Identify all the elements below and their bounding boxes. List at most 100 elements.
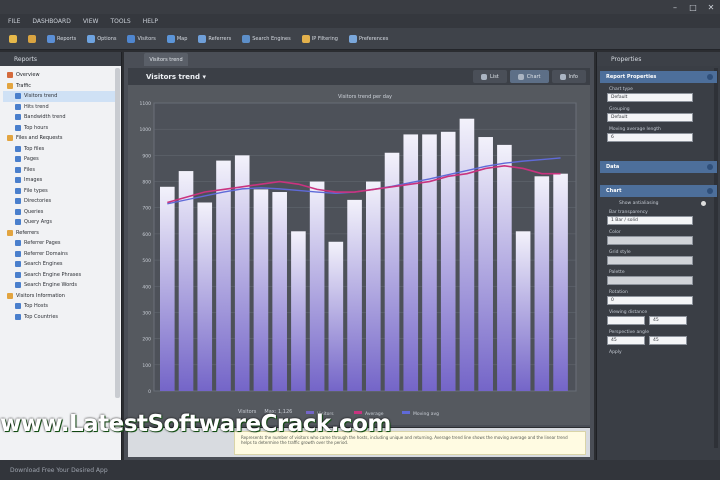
close-button[interactable]: ✕	[702, 0, 720, 14]
tree-item-traffic[interactable]: Traffic	[3, 81, 118, 92]
view-chart-button[interactable]: Chart	[509, 70, 549, 83]
prop-field-viewing-distance-0[interactable]	[607, 316, 645, 325]
bar	[384, 152, 400, 391]
collapse-icon	[707, 74, 713, 80]
tree-item-search-engine-words[interactable]: Search Engine Words	[3, 280, 118, 291]
tree-item-label: Referrers	[16, 229, 39, 236]
prop-pair-perspective-angle: 45 45	[607, 336, 720, 345]
section-chart[interactable]: Chart	[600, 185, 717, 197]
prop-field-viewing-distance-1[interactable]: 45	[649, 316, 687, 325]
tree-item-search-engines[interactable]: Search Engines	[3, 259, 118, 270]
tree-item-top-hours[interactable]: Top hours	[3, 123, 118, 134]
tree-item-bandwidth-trend[interactable]: Bandwidth trend	[3, 112, 118, 123]
view-switcher: List Chart Info	[473, 70, 586, 83]
toolbar: Reports Options Visitors Map Referrers Search…	[0, 28, 720, 50]
tree-item-hits-trend[interactable]: Hits trend	[3, 102, 118, 113]
prop-field-bar-transparency[interactable]: 1 Bar / solid	[607, 216, 693, 225]
tab-visitors-trend[interactable]: Visitors trend	[144, 53, 188, 66]
tree-item-label: Hits trend	[24, 103, 49, 110]
options-icon	[87, 34, 96, 43]
prop-field-grouping[interactable]: Default	[607, 113, 693, 122]
maximize-button[interactable]: □	[684, 0, 702, 14]
bar	[328, 241, 344, 391]
prop-field-palette[interactable]	[607, 276, 693, 285]
tree-item-label: Top hours	[24, 124, 49, 131]
tree-item-query-args[interactable]: Query Args	[3, 217, 118, 228]
toolbar-button-icon-0[interactable]	[6, 32, 20, 46]
toolbar-button-icon-1[interactable]	[25, 32, 39, 46]
folder-icon	[7, 292, 13, 299]
toolbar-button-reports[interactable]: Reports	[44, 32, 79, 46]
tree-item-referrer-pages[interactable]: Referrer Pages	[3, 238, 118, 249]
section-report-properties[interactable]: Report Properties	[600, 71, 717, 83]
status-bar: Download Free Your Desired App	[0, 460, 720, 480]
toolbar-button-visitors[interactable]: Visitors	[124, 32, 158, 46]
tree-item-referrers[interactable]: Referrers	[3, 228, 118, 239]
tree-item-top-files[interactable]: Top files	[3, 144, 118, 155]
toolbar-button-referrers[interactable]: Referrers	[195, 32, 234, 46]
prop-check-show-antialiasing[interactable]: Show antialiasing	[597, 199, 720, 208]
bar	[403, 134, 419, 391]
y-tick-label: 100	[142, 363, 151, 369]
tree-item-overview[interactable]: Overview	[3, 70, 118, 81]
bar	[160, 186, 175, 391]
folder-icon	[7, 135, 13, 142]
toolbar-button-map[interactable]: Map	[164, 32, 191, 46]
tree-item-referrer-domains[interactable]: Referrer Domains	[3, 249, 118, 260]
toolbar-button-options[interactable]: Options	[84, 32, 119, 46]
y-tick-label: 0	[148, 389, 151, 395]
properties-scrollbar[interactable]	[714, 68, 718, 448]
tree-item-visitors-information[interactable]: Visitors Information	[3, 291, 118, 302]
y-tick-label: 1100	[140, 101, 152, 107]
toolbar-button-ip-filtering[interactable]: IP Filtering	[299, 32, 341, 46]
tree-item-search-engine-phrases[interactable]: Search Engine Phrases	[3, 270, 118, 281]
section-data[interactable]: Data	[600, 161, 717, 173]
prop-field-color[interactable]	[607, 236, 693, 245]
tree-item-file-types[interactable]: File types	[3, 186, 118, 197]
prop-field-perspective-angle-0[interactable]: 45	[607, 336, 645, 345]
report-view: Visitors trend Visitors trend ▾ List Char…	[124, 52, 594, 462]
menu-view[interactable]: VIEW	[83, 18, 99, 25]
toolbar-button-preferences[interactable]: Preferences	[346, 32, 391, 46]
view-list-button[interactable]: List	[473, 70, 507, 83]
prop-label-grid-style: Grid style	[609, 249, 631, 255]
tree-item-directories[interactable]: Directories	[3, 196, 118, 207]
tree-item-pages[interactable]: Pages	[3, 154, 118, 165]
apply-label: Apply	[609, 349, 622, 355]
menu-file[interactable]: FILE	[8, 18, 20, 25]
tree-item-top-hosts[interactable]: Top Hosts	[3, 301, 118, 312]
prop-field-chart-type[interactable]: Default	[607, 93, 693, 102]
bar	[534, 176, 550, 391]
bar	[440, 131, 456, 392]
tree-item-visitors-trend[interactable]: Visitors trend	[3, 91, 118, 102]
report-title[interactable]: Visitors trend ▾	[146, 73, 206, 81]
tree-item-label: File types	[24, 187, 48, 194]
menu-help[interactable]: HELP	[143, 18, 158, 25]
collapse-icon	[707, 164, 713, 170]
file-icon	[9, 34, 17, 43]
prop-field-rotation[interactable]: 0	[607, 296, 693, 305]
folder-icon	[7, 72, 13, 79]
tree-item-queries[interactable]: Queries	[3, 207, 118, 218]
tree-item-files[interactable]: Files	[3, 165, 118, 176]
prop-field-moving-average-length[interactable]: 6	[607, 133, 693, 142]
menu-dashboard[interactable]: DASHBOARD	[32, 18, 70, 25]
checkbox-icon[interactable]	[701, 201, 706, 206]
prop-field-grid-style[interactable]	[607, 256, 693, 265]
prop-field-perspective-angle-1[interactable]: 45	[649, 336, 687, 345]
reports-panel-title: Reports	[0, 52, 121, 66]
view-info-button[interactable]: Info	[551, 70, 586, 83]
minimize-button[interactable]: –	[666, 0, 684, 14]
file-icon	[28, 34, 36, 43]
y-tick-label: 1000	[140, 127, 152, 133]
bar	[515, 231, 531, 391]
tree-item-images[interactable]: Images	[3, 175, 118, 186]
tree-item-label: Files and Requests	[16, 135, 63, 142]
menu-tools[interactable]: TOOLS	[110, 18, 130, 25]
tree-item-files-and-requests[interactable]: Files and Requests	[3, 133, 118, 144]
reports-scrollbar[interactable]	[115, 68, 120, 398]
tree-item-label: Files	[24, 166, 35, 173]
visitors-chart: Visitors trend per day 0 100 200 300 400 500 60…	[140, 94, 577, 417]
tree-item-top-countries[interactable]: Top Countries	[3, 312, 118, 323]
toolbar-button-search-engines[interactable]: Search Engines	[239, 32, 294, 46]
